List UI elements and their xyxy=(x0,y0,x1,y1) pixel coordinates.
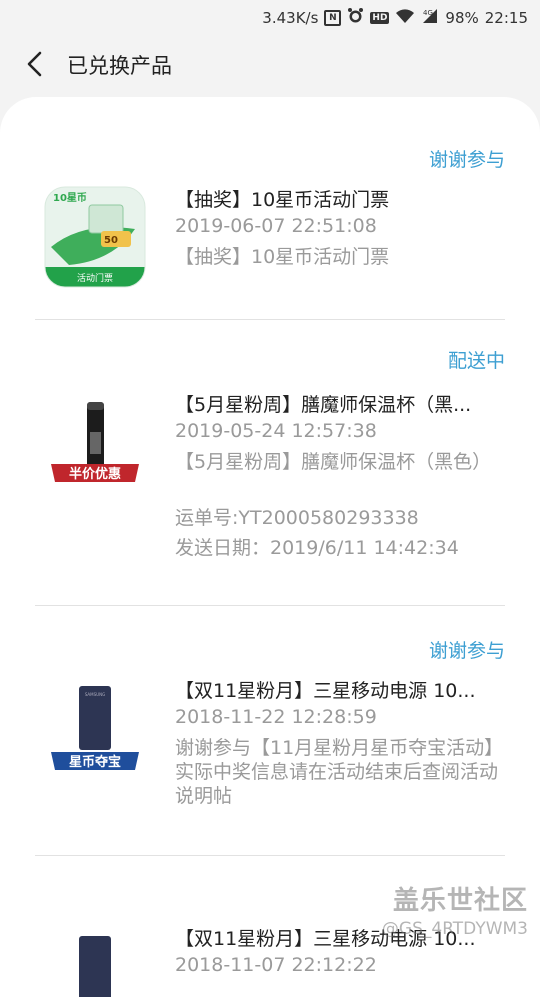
list-item[interactable]: 配送中 半价优惠 【5月星粉周】膳魔师保温杯（黑... 2019-05-24 1… xyxy=(35,320,505,605)
watermark-user: @GS_4RTDYWM3 xyxy=(381,919,528,939)
status-label: 谢谢参与 xyxy=(428,640,505,662)
list-item[interactable]: 谢谢参与 10星币 50 活动门票 【抽奖】10星币活动门票 2019-06-0… xyxy=(35,97,505,319)
thumb-badge: 半价优惠 xyxy=(69,466,121,482)
product-title: 【5月星粉周】膳魔师保温杯（黑... xyxy=(175,394,472,416)
back-button[interactable] xyxy=(22,50,50,78)
nfc-icon: N xyxy=(324,9,342,26)
product-time: 2019-05-24 12:57:38 xyxy=(175,420,377,442)
status-bar: 3.43K/s N HD 4G 98% 22:15 xyxy=(0,0,540,34)
product-thumbnail: SAMSUNG 星币夺宝 xyxy=(43,676,147,780)
wifi-icon xyxy=(395,8,415,28)
status-label: 谢谢参与 xyxy=(428,149,505,171)
redeemed-list: 谢谢参与 10星币 50 活动门票 【抽奖】10星币活动门票 2019-06-0… xyxy=(0,97,540,997)
network-speed: 3.43K/s xyxy=(262,8,319,27)
thumb-brand: 10星币 xyxy=(53,192,87,204)
product-time: 2018-11-22 12:28:59 xyxy=(175,706,377,728)
product-time: 2018-11-07 22:12:22 xyxy=(175,954,377,976)
product-thumbnail: 10星币 50 活动门票 xyxy=(43,185,147,289)
watermark-brand: 盖乐世社区 xyxy=(392,886,528,916)
hd-icon: HD xyxy=(370,11,390,24)
thumb-label: SAMSUNG xyxy=(85,692,105,697)
thumb-badge: 星币夺宝 xyxy=(69,754,121,770)
alarm-icon xyxy=(347,7,364,28)
product-description: 【抽奖】10星币活动门票 xyxy=(175,246,390,268)
signal-4g-icon: 4G xyxy=(421,8,439,28)
product-time: 2019-06-07 22:51:08 xyxy=(175,215,377,237)
product-description: 【5月星粉周】膳魔师保温杯（黑色） xyxy=(175,451,492,473)
status-icons: 3.43K/s N HD 4G 98% 22:15 xyxy=(262,7,528,28)
product-title: 【抽奖】10星币活动门票 xyxy=(175,189,390,211)
product-description: 谢谢参与【11月星粉月星币夺宝活动】实际中奖信息请在活动结束后查阅活动说明帖 xyxy=(175,737,504,807)
thumb-amount: 50 xyxy=(104,235,118,246)
watermark: 盖乐世社区 @GS_4RTDYWM3 xyxy=(382,880,528,939)
product-title: 【双11星粉月】三星移动电源 10... xyxy=(175,680,476,702)
page-title: 已兑换产品 xyxy=(67,54,172,78)
clock: 22:15 xyxy=(484,8,528,27)
product-thumbnail xyxy=(43,926,147,997)
thumb-badge: 活动门票 xyxy=(77,272,113,284)
battery-percent: 98% xyxy=(445,8,479,27)
app-bar: 已兑换产品 xyxy=(0,34,540,94)
svg-text:4G: 4G xyxy=(423,9,433,17)
list-item[interactable]: 谢谢参与 SAMSUNG 星币夺宝 【双11星粉月】三星移动电源 10... 2… xyxy=(35,606,505,855)
chevron-left-icon xyxy=(27,51,42,77)
status-label: 配送中 xyxy=(447,350,505,372)
tracking-number: 运单号:YT2000580293338 xyxy=(175,507,419,529)
product-thumbnail: 半价优惠 xyxy=(43,390,147,494)
ship-date: 发送日期：2019/6/11 14:42:34 xyxy=(175,537,459,559)
